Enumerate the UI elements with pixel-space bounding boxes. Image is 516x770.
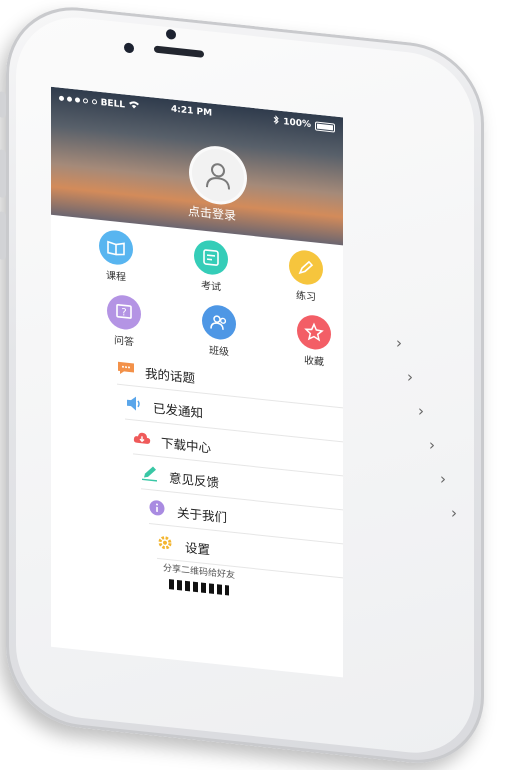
book-icon <box>99 228 133 267</box>
grid-label: 收藏 <box>304 355 324 369</box>
grid-item-favorite[interactable]: 收藏 <box>284 312 343 370</box>
menu-label: 意见反馈 <box>169 470 220 491</box>
exam-icon <box>194 238 228 277</box>
volume-up-button <box>0 149 6 198</box>
menu-label: 关于我们 <box>177 504 228 526</box>
grid-item-exam[interactable]: 考试 <box>181 237 241 295</box>
pencil-icon <box>289 248 323 287</box>
qr-code[interactable] <box>169 579 229 596</box>
grid-item-course[interactable]: 课程 <box>86 227 146 285</box>
carrier-name: BELL <box>100 97 126 111</box>
battery-icon <box>315 120 335 133</box>
phone-frame: BELL 4:21 PM 100% 点击登录 课程 考试 练习 ? 问答 班级 … <box>0 0 484 770</box>
menu-label: 我的话题 <box>145 365 196 386</box>
grid-label: 练习 <box>296 290 316 304</box>
chat-icon <box>117 360 135 378</box>
star-icon <box>297 313 331 352</box>
grid-item-qa[interactable]: ? 问答 <box>94 292 154 350</box>
question-icon: ? <box>107 293 141 332</box>
gear-icon <box>157 534 175 552</box>
grid-label: 考试 <box>201 280 221 294</box>
front-camera <box>124 42 134 54</box>
signal-icon <box>59 93 97 107</box>
mute-switch <box>0 91 6 118</box>
group-icon <box>202 303 236 342</box>
grid-item-class[interactable]: 班级 <box>189 302 249 360</box>
clock: 4:21 PM <box>171 104 213 119</box>
battery-status: 100% <box>273 115 335 133</box>
svg-text:?: ? <box>121 307 126 319</box>
menu-label: 下载中心 <box>161 435 212 456</box>
app-screen: BELL 4:21 PM 100% 点击登录 课程 考试 练习 ? 问答 班级 … <box>51 86 343 678</box>
bluetooth-icon <box>273 115 279 128</box>
wifi-icon <box>129 100 140 112</box>
info-icon <box>149 499 167 517</box>
menu-label: 设置 <box>185 539 211 558</box>
feedback-pen-icon <box>141 464 159 482</box>
menu-label: 已发通知 <box>153 400 204 421</box>
grid-label: 课程 <box>106 270 126 284</box>
grid-label: 问答 <box>114 335 134 349</box>
volume-down-button <box>0 211 6 260</box>
speaker-icon <box>125 395 143 413</box>
battery-percent: 100% <box>283 117 311 131</box>
download-cloud-icon <box>133 429 151 447</box>
grid-label: 班级 <box>209 345 229 359</box>
proximity-sensor <box>166 28 176 40</box>
user-icon <box>206 163 230 190</box>
grid-item-practice[interactable]: 练习 <box>276 247 336 305</box>
